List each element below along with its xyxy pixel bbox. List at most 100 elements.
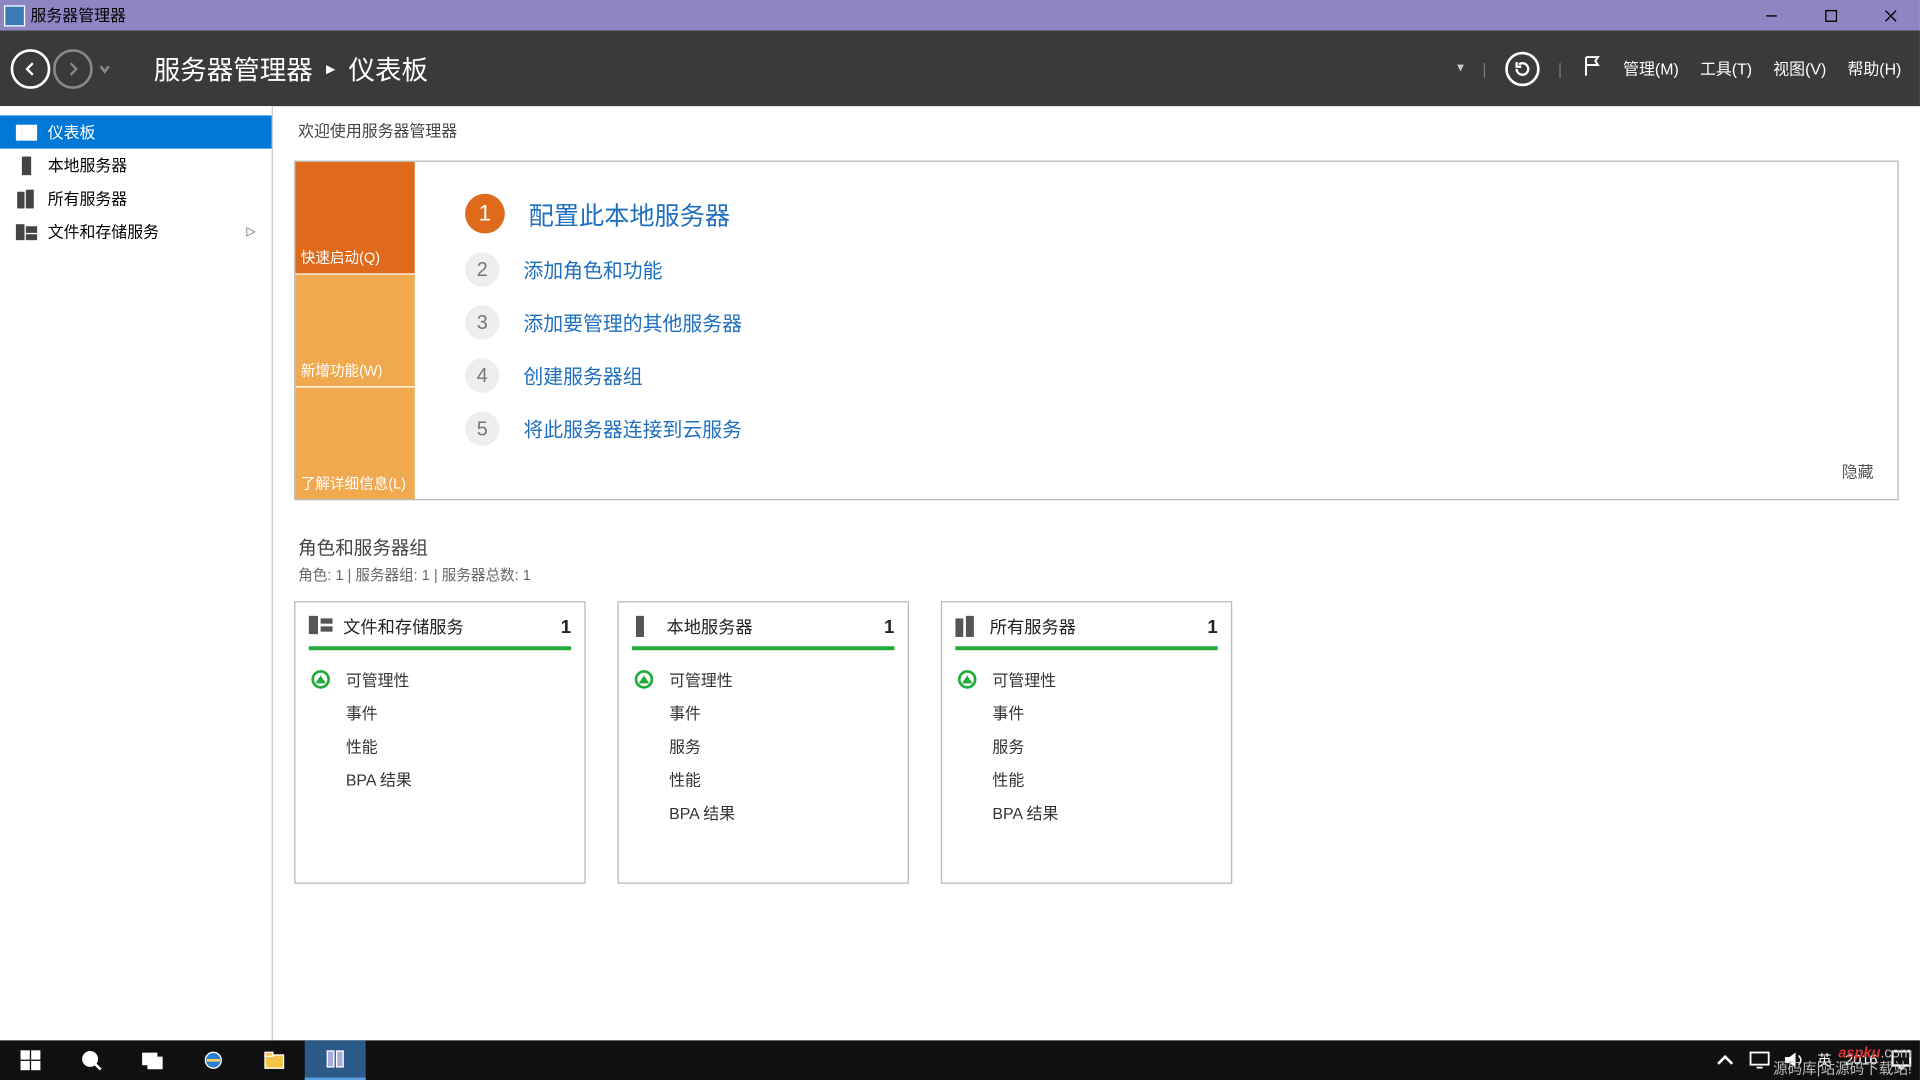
notifications-flag-icon[interactable] (1581, 54, 1605, 82)
card-row[interactable]: 事件 (632, 697, 894, 730)
step-add-roles[interactable]: 2 添加角色和功能 (465, 252, 1863, 287)
role-card[interactable]: 文件和存储服务1 可管理性事件性能BPA 结果 (294, 601, 586, 884)
refresh-button[interactable] (1505, 51, 1539, 86)
breadcrumb: 服务器管理器 ▸ 仪表板 (154, 49, 428, 87)
menu-tools[interactable]: 工具(T) (1700, 57, 1752, 80)
role-card[interactable]: 所有服务器1可管理性事件服务性能BPA 结果 (941, 601, 1232, 884)
card-row-label: BPA 结果 (669, 802, 735, 825)
status-icon (958, 769, 979, 790)
welcome-panel: 快速启动(Q) 新增功能(W) 了解详细信息(L) 1 配置此本地服务器 2 添… (294, 161, 1899, 501)
step-label: 创建服务器组 (523, 362, 642, 390)
tile-whatsnew[interactable]: 新增功能(W) (295, 275, 414, 388)
status-icon (311, 669, 332, 690)
step-number: 2 (465, 252, 499, 287)
card-row[interactable]: BPA 结果 (632, 796, 894, 829)
step-connect-cloud[interactable]: 5 将此服务器连接到云服务 (465, 411, 1863, 446)
expand-icon[interactable]: ▷ (247, 224, 256, 239)
card-row[interactable]: 可管理性 (632, 664, 894, 697)
card-row[interactable]: 性能 (632, 763, 894, 796)
card-row[interactable]: 可管理性 (955, 664, 1217, 697)
breadcrumb-app[interactable]: 服务器管理器 (154, 49, 313, 87)
nav-forward-button[interactable] (53, 48, 93, 88)
role-card[interactable]: 本地服务器1 可管理性事件服务性能 BPA 结果 (617, 601, 909, 884)
tile-quickstart[interactable]: 快速启动(Q) (295, 162, 414, 275)
maximize-button[interactable] (1801, 0, 1861, 31)
card-row-label: 服务 (992, 735, 1024, 758)
card-header: 本地服务器1 (632, 613, 894, 650)
card-count: 1 (1207, 615, 1217, 636)
status-icon (958, 802, 979, 823)
taskbar: 英 2016 (0, 1040, 1920, 1080)
step-number: 4 (465, 358, 499, 393)
taskbar-server-manager-icon[interactable] (305, 1040, 366, 1080)
taskbar-explorer-icon[interactable] (244, 1040, 305, 1080)
roles-heading: 角色和服务器组 (298, 535, 1899, 562)
card-row-label: 事件 (992, 702, 1024, 725)
header-divider: | (1482, 59, 1486, 78)
card-row[interactable]: 事件 (309, 697, 571, 730)
card-icon (955, 615, 979, 636)
tile-learnmore[interactable]: 了解详细信息(L) (295, 387, 414, 498)
header-dropdown-icon[interactable]: ▾ (1457, 61, 1464, 76)
card-row[interactable]: 性能 (309, 730, 571, 763)
task-view-button[interactable] (122, 1040, 183, 1080)
status-icon (635, 669, 656, 690)
storage-icon (16, 222, 37, 241)
card-row[interactable]: 服务 (955, 730, 1217, 763)
server-icon (16, 156, 37, 175)
header-bar: 服务器管理器 ▸ 仪表板 ▾ | | 管理(M) 工具(T) 视图(V) 帮助(… (0, 31, 1920, 107)
menu-help[interactable]: 帮助(H) (1847, 57, 1901, 80)
tray-network-icon[interactable] (1748, 1050, 1769, 1071)
tray-ime[interactable]: 英 (1817, 1050, 1832, 1071)
sidebar-item-all-servers[interactable]: 所有服务器 (0, 182, 272, 215)
card-header: 文件和存储服务1 (309, 613, 571, 650)
step-number: 3 (465, 305, 499, 340)
sidebar-item-dashboard[interactable]: 仪表板 (0, 115, 272, 148)
menu-view[interactable]: 视图(V) (1773, 57, 1826, 80)
card-row[interactable]: 可管理性 (309, 664, 571, 697)
search-button[interactable] (61, 1040, 122, 1080)
status-icon (311, 769, 332, 790)
step-add-servers[interactable]: 3 添加要管理的其他服务器 (465, 305, 1863, 340)
breadcrumb-page[interactable]: 仪表板 (349, 49, 429, 87)
step-label: 配置此本地服务器 (529, 196, 730, 232)
sidebar-item-label: 仪表板 (48, 121, 96, 144)
main-content: 欢迎使用服务器管理器 快速启动(Q) 新增功能(W) 了解详细信息(L) 1 配… (273, 106, 1920, 1040)
window-titlebar: 服务器管理器 (0, 0, 1920, 31)
menu-manage[interactable]: 管理(M) (1623, 57, 1679, 80)
tray-notifications-icon[interactable] (1891, 1050, 1912, 1071)
tray-volume-icon[interactable] (1783, 1050, 1804, 1071)
nav-history-dropdown[interactable] (95, 63, 114, 74)
card-row-label: 事件 (669, 702, 701, 725)
card-count: 1 (561, 615, 571, 636)
card-row-label: 事件 (346, 702, 378, 725)
card-row[interactable]: BPA 结果 (309, 763, 571, 796)
step-configure-local[interactable]: 1 配置此本地服务器 (465, 194, 1863, 234)
taskbar-ie-icon[interactable] (183, 1040, 244, 1080)
status-icon (311, 736, 332, 757)
card-row[interactable]: 服务 (632, 730, 894, 763)
hide-link[interactable]: 隐藏 (1842, 460, 1874, 483)
step-label: 将此服务器连接到云服务 (523, 415, 742, 443)
nav-back-button[interactable] (11, 48, 51, 88)
sidebar-item-local-server[interactable]: 本地服务器 (0, 149, 272, 182)
roles-subheading: 角色: 1 | 服务器组: 1 | 服务器总数: 1 (298, 564, 1899, 585)
close-button[interactable] (1860, 0, 1920, 31)
welcome-tiles: 快速启动(Q) 新增功能(W) 了解详细信息(L) (295, 162, 414, 499)
tray-up-icon[interactable] (1714, 1050, 1735, 1071)
card-row[interactable]: 性能 (955, 763, 1217, 796)
card-title: 本地服务器 (666, 613, 752, 638)
status-icon (311, 703, 332, 724)
card-row-label: 可管理性 (346, 669, 410, 692)
minimize-button[interactable] (1741, 0, 1801, 31)
tray-date[interactable]: 2016 (1845, 1052, 1877, 1068)
card-row[interactable]: BPA 结果 (955, 796, 1217, 829)
sidebar-item-label: 文件和存储服务 (48, 220, 159, 243)
card-icon (632, 615, 656, 636)
card-row[interactable]: 事件 (955, 697, 1217, 730)
sidebar-item-file-storage[interactable]: 文件和存储服务 ▷ (0, 215, 272, 248)
step-create-group[interactable]: 4 创建服务器组 (465, 358, 1863, 393)
start-button[interactable] (0, 1040, 61, 1080)
card-row-label: 性能 (992, 768, 1024, 791)
status-icon (635, 703, 656, 724)
